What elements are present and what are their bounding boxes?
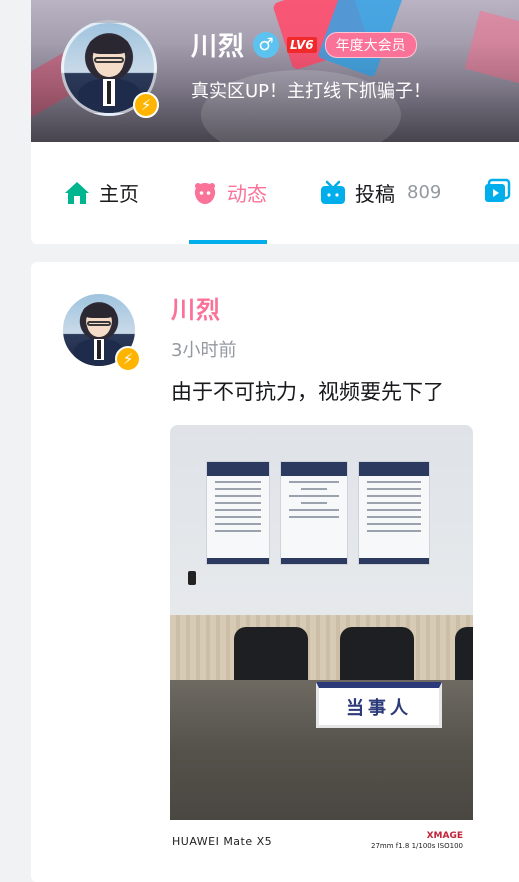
post-timestamp[interactable]: 3小时前 (171, 336, 236, 362)
lightning-badge-icon: ⚡ (115, 346, 141, 372)
post-author-name[interactable]: 川烈 (171, 290, 221, 325)
tab-dynamic[interactable]: 动态 (191, 178, 267, 207)
tab-home[interactable]: 主页 (63, 178, 139, 207)
male-icon: ♂ (253, 31, 280, 58)
dynamic-post: ⚡ 川烈 3小时前 由于不可抗力，视频要先下了 当事人 HUAWEI Mate … (31, 262, 519, 882)
tab-dynamic-label: 动态 (227, 182, 267, 206)
lightning-badge-icon: ⚡ (133, 92, 159, 118)
post-author-avatar[interactable]: ⚡ (61, 292, 141, 372)
post-text: 由于不可抗力，视频要先下了 (171, 380, 444, 404)
camera-watermark: HUAWEI Mate X5 XMAGE 27mm f1.8 1/100s IS… (170, 820, 473, 862)
tab-uploads-count: 809 (407, 182, 442, 203)
profile-header: ⚡ 川烈 ♂ LV6 年度大会员 真实区UP！主打线下抓骗子！ 主页 动态 投稿… (31, 0, 519, 244)
home-icon (63, 180, 91, 206)
post-image[interactable]: 当事人 HUAWEI Mate X5 XMAGE 27mm f1.8 1/100… (170, 425, 473, 862)
active-tab-indicator (189, 240, 267, 244)
profile-name: 川烈 (191, 32, 246, 62)
profile-sign: 真实区UP！主打线下抓骗子！ (191, 81, 432, 102)
tab-uploads-label: 投稿 (355, 182, 395, 206)
profile-tabs: 主页 动态 投稿 809 (31, 142, 519, 244)
vip-badge[interactable]: 年度大会员 (324, 31, 417, 58)
nameplate: 当事人 (316, 682, 442, 728)
tv-icon (319, 180, 347, 206)
camera-brand: XMAGE (426, 831, 463, 841)
tab-home-label: 主页 (99, 182, 139, 206)
camera-specs: 27mm f1.8 1/100s ISO100 (370, 842, 463, 850)
collection-icon (483, 178, 511, 204)
tab-uploads[interactable]: 投稿 809 (319, 178, 441, 207)
profile-avatar[interactable]: ⚡ (61, 20, 159, 118)
tab-collection[interactable] (483, 178, 511, 204)
camera-model: HUAWEI Mate X5 (172, 834, 273, 848)
level-badge: LV6 (287, 36, 317, 53)
dynamic-icon (191, 180, 219, 206)
